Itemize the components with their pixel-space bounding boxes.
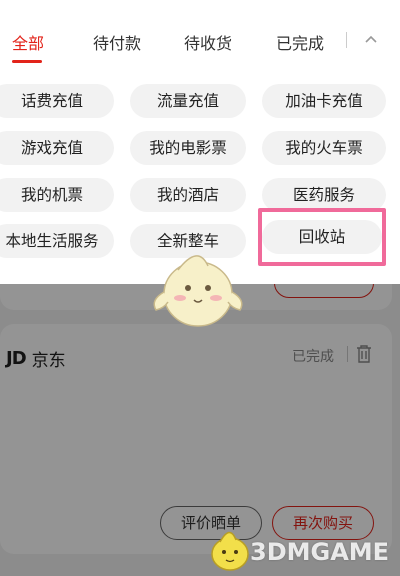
category-game-recharge[interactable]: 游戏充值 [0,131,114,165]
tab-all[interactable]: 全部 [12,30,44,54]
category-flight-tickets[interactable]: 我的机票 [0,178,114,212]
category-fuel-card-recharge[interactable]: 加油卡充值 [262,84,386,118]
tab-pending-receipt[interactable]: 待收货 [184,30,232,54]
category-movie-tickets[interactable]: 我的电影票 [130,131,246,165]
category-data-recharge[interactable]: 流量充值 [130,84,246,118]
category-medical-services[interactable]: 医药服务 [262,178,386,212]
order-tabs: 全部 待付款 待收货 已完成 [0,0,400,74]
category-phone-recharge[interactable]: 话费充值 [0,84,114,118]
chevron-up-icon[interactable] [364,34,378,44]
tab-divider [346,32,347,48]
highlight-annotation [258,208,386,266]
category-local-life-services[interactable]: 本地生活服务 [0,224,114,258]
watermark-text: 3DMGAME [250,538,390,566]
category-hotels[interactable]: 我的酒店 [130,178,246,212]
mascot-sticker [153,255,243,327]
category-train-tickets[interactable]: 我的火车票 [262,131,386,165]
watermark-mascot [211,531,249,571]
tab-completed[interactable]: 已完成 [276,30,324,54]
active-tab-indicator [12,60,42,63]
tab-pending-payment[interactable]: 待付款 [93,30,141,54]
